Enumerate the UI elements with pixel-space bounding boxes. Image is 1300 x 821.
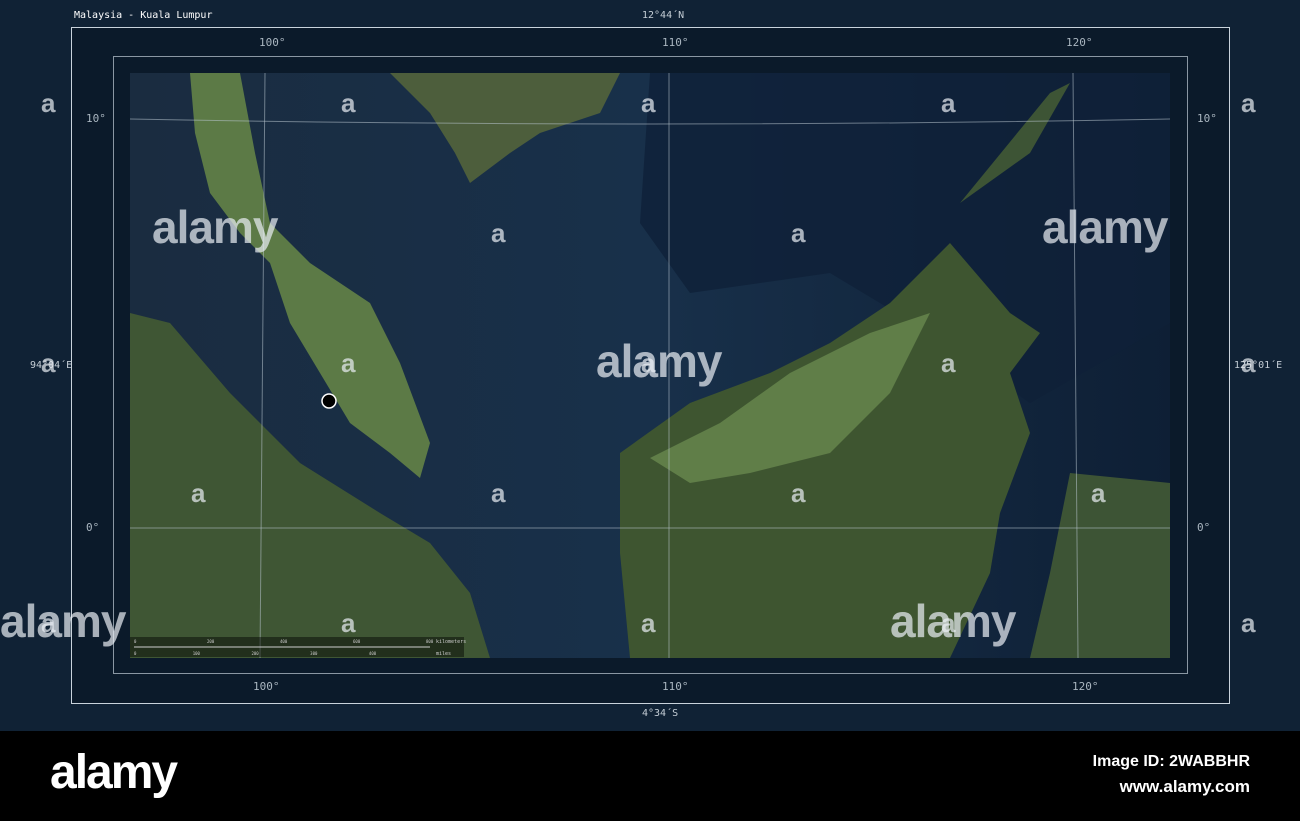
watermark-glyph: a — [791, 478, 806, 508]
stock-banner: alamy Image ID: 2WABBHR www.alamy.com — [0, 731, 1300, 821]
scale-km-label: kilometers — [436, 639, 466, 645]
watermark-glyph: a — [641, 608, 656, 638]
watermark-glyph: a — [941, 348, 956, 378]
watermark: alamy — [1042, 201, 1168, 253]
scale-km-tick: 400 — [280, 639, 288, 644]
watermark-glyph: a — [941, 88, 956, 118]
watermark-glyph: a — [1241, 348, 1256, 378]
alamy-url: www.alamy.com — [1119, 777, 1250, 796]
watermark-glyph: a — [641, 88, 656, 118]
scale-bar: kilometers miles 0 200 400 600 8000 100 200 300… — [130, 637, 466, 657]
watermark-glyph: a — [1241, 88, 1256, 118]
scale-mi-tick: 400 — [369, 651, 377, 656]
lon-label-bottom: 100° — [253, 680, 280, 693]
kuala-lumpur-marker[interactable] — [321, 393, 337, 409]
lat-label-right: 10° — [1197, 112, 1217, 125]
watermark-glyph: a — [191, 478, 206, 508]
map-poster: Malaysia - Kuala Lumpur 12°44´N 4°34´S 9… — [0, 0, 1300, 731]
image-id: Image ID: 2WABBHR — [1092, 753, 1250, 770]
scale-mi-label: miles — [436, 651, 451, 657]
scale-km-tick: 600 — [353, 639, 361, 644]
watermark-glyph: a — [1091, 478, 1106, 508]
lat-label-left: 10° — [86, 112, 106, 125]
south-bound-label: 4°34´S — [642, 708, 679, 719]
watermark-glyph: a — [341, 88, 356, 118]
lon-label-top: 110° — [662, 36, 689, 49]
alamy-logo: alamy — [50, 746, 178, 799]
watermark: alamy — [152, 201, 278, 253]
lon-label-top: 100° — [259, 36, 286, 49]
watermark-glyph: a — [41, 348, 56, 378]
scale-km-tick: 800 — [426, 639, 434, 644]
watermark-glyph: a — [491, 478, 506, 508]
watermark-glyph: a — [791, 218, 806, 248]
watermark: alamy — [0, 595, 126, 647]
north-bound-label: 12°44´N — [642, 10, 685, 21]
scale-km-tick: 200 — [207, 639, 215, 644]
lon-label-bottom: 110° — [662, 680, 689, 693]
watermark-glyph: a — [41, 608, 56, 638]
map-title: Malaysia - Kuala Lumpur — [74, 10, 213, 21]
watermark-glyph: a — [1241, 608, 1256, 638]
watermark: alamy — [596, 335, 722, 387]
scale-mi-tick: 300 — [310, 651, 318, 656]
lon-label-top: 120° — [1066, 36, 1093, 49]
lat-label-left: 0° — [86, 521, 100, 534]
watermark-glyph: a — [341, 348, 356, 378]
scale-mi-tick: 100 — [193, 651, 201, 656]
lat-label-right: 0° — [1197, 521, 1211, 534]
watermark-glyph: a — [41, 88, 56, 118]
watermark-glyph: a — [341, 608, 356, 638]
watermark-glyph: a — [641, 348, 656, 378]
scale-mi-tick: 200 — [251, 651, 259, 656]
watermark-glyph: a — [941, 608, 956, 638]
watermark-glyph: a — [491, 218, 506, 248]
lon-label-bottom: 120° — [1072, 680, 1099, 693]
